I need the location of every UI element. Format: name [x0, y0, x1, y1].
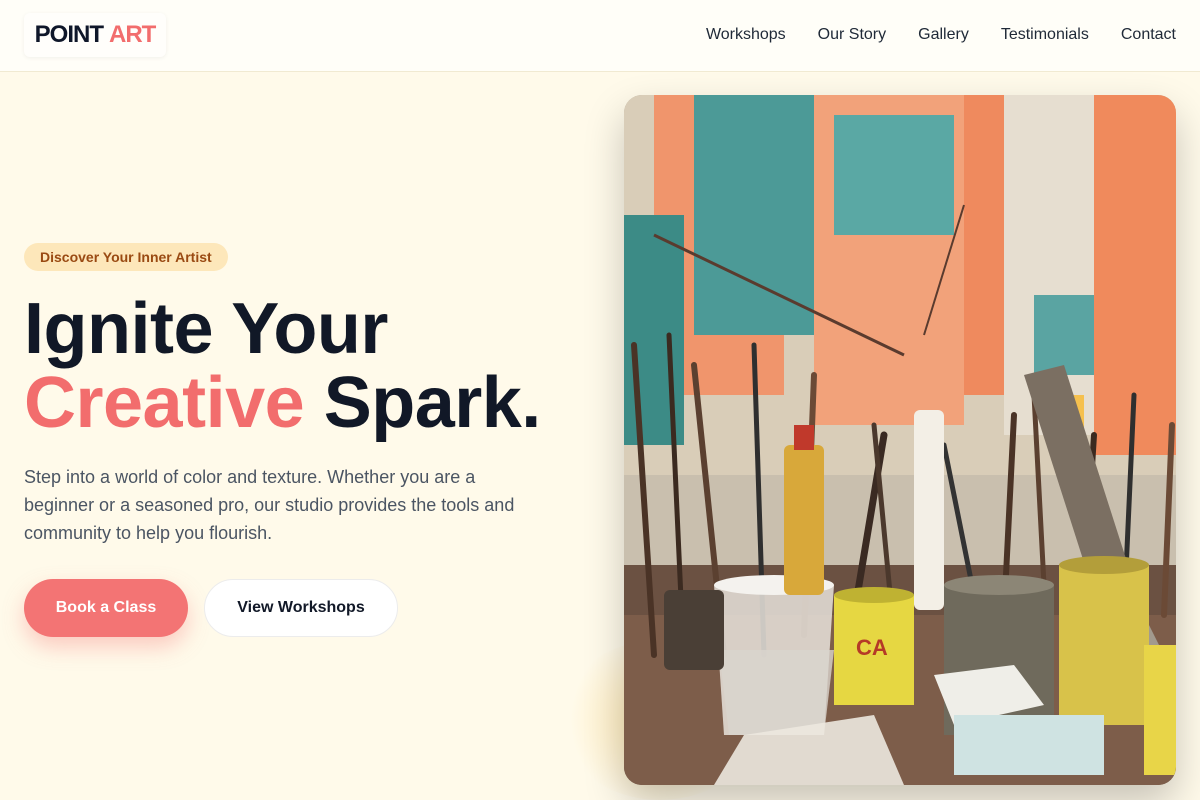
svg-text:CA: CA — [856, 635, 888, 660]
site-header: POINT ART Workshops Our Story Gallery Te… — [0, 0, 1200, 72]
logo-text-point: POINT — [34, 21, 104, 48]
nav-link-contact[interactable]: Contact — [1121, 26, 1176, 44]
headline-line-1: Ignite Your — [24, 289, 388, 369]
hero-badge: Discover Your Inner Artist — [24, 243, 228, 271]
hero-image: CA — [624, 95, 1176, 785]
logo[interactable]: POINT ART — [24, 13, 166, 57]
nav-link-gallery[interactable]: Gallery — [918, 26, 969, 44]
nav-link-testimonials[interactable]: Testimonials — [1001, 26, 1089, 44]
book-class-button[interactable]: Book a Class — [24, 579, 188, 637]
hero-description: Step into a world of color and texture. … — [24, 467, 515, 543]
hero-headline: Ignite Your Creative Spark. — [24, 292, 604, 440]
headline-rest: Spark. — [323, 363, 542, 443]
nav-link-workshops[interactable]: Workshops — [706, 26, 786, 44]
nav-link-our-story[interactable]: Our Story — [818, 26, 886, 44]
main-nav: Workshops Our Story Gallery Testimonials… — [706, 0, 1176, 70]
logo-text-art: ART — [109, 21, 156, 48]
paint-brushes-illustration: CA — [624, 95, 1176, 785]
headline-accent: Creative — [24, 363, 305, 443]
view-workshops-button[interactable]: View Workshops — [204, 579, 398, 637]
